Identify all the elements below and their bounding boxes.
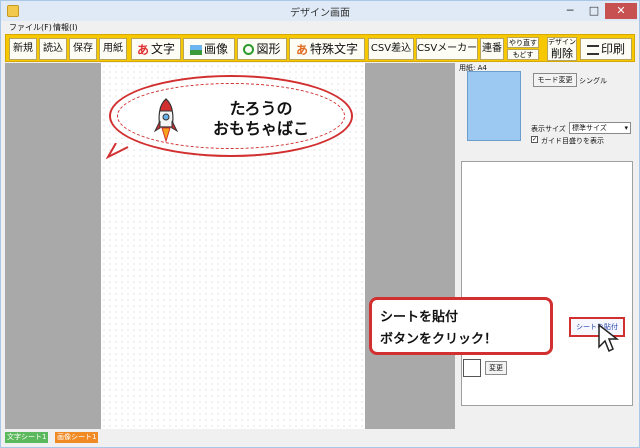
design-window: デザイン画面 ─ □ ✕ ファイル(F) 情報(I) 新規 読込 保存 用紙 あ… xyxy=(0,0,640,448)
label-line-2: おもちゃばこ xyxy=(212,119,309,138)
delete-design-button[interactable]: デザイン 削除 xyxy=(547,37,577,61)
toolbar: 新規 読込 保存 用紙 あ文字 画像 図形 あ特殊文字 CSV差込 CSVメーカ… xyxy=(5,34,635,62)
change-button[interactable]: 変更 xyxy=(485,361,507,375)
menu-bar: ファイル(F) 情報(I) xyxy=(1,21,639,33)
design-paper[interactable]: たろうの おもちゃばこ xyxy=(101,63,365,429)
speech-bubble-label[interactable]: たろうの おもちゃばこ xyxy=(109,75,353,157)
maximize-button[interactable]: □ xyxy=(583,3,605,19)
print-icon xyxy=(586,44,599,55)
display-size-label: 表示サイズ xyxy=(531,125,566,133)
guide-checkbox-label: ガイド目盛りを表示 xyxy=(541,137,604,145)
window-title: デザイン画面 xyxy=(290,8,350,19)
text-button[interactable]: あ文字 xyxy=(131,38,181,60)
undo-button[interactable]: もどす xyxy=(507,49,539,60)
menu-file[interactable]: ファイル(F) xyxy=(9,22,52,33)
display-size-value: 標準サイズ xyxy=(572,124,607,132)
menu-info[interactable]: 情報(I) xyxy=(53,22,78,33)
image-button-label: 画像 xyxy=(203,42,228,56)
save-button[interactable]: 保存 xyxy=(69,38,97,60)
text-button-label: 文字 xyxy=(151,42,176,56)
image-button[interactable]: 画像 xyxy=(183,38,235,60)
display-size-select[interactable]: 標準サイズ ▾ xyxy=(569,122,631,134)
mouse-cursor-icon xyxy=(598,323,619,353)
bubble-tail xyxy=(106,143,129,159)
rocket-icon xyxy=(153,98,179,143)
title-bar: デザイン画面 ─ □ ✕ xyxy=(1,1,639,21)
paper-button[interactable]: 用紙 xyxy=(99,38,127,60)
print-label: 印刷 xyxy=(600,42,625,56)
mode-value: シングル xyxy=(579,77,607,85)
text-a-icon: あ xyxy=(136,42,149,57)
close-button[interactable]: ✕ xyxy=(605,3,637,19)
serial-number-button[interactable]: 連番 xyxy=(480,38,504,60)
shape-button-label: 図形 xyxy=(256,42,281,56)
shape-button[interactable]: 図形 xyxy=(237,38,287,60)
circle-icon xyxy=(243,44,255,55)
print-button[interactable]: 印刷 xyxy=(580,38,632,60)
color-swatch xyxy=(463,359,481,377)
tab-image-sheet-1[interactable]: 画像シート1 xyxy=(55,432,99,443)
tab-text-sheet-1[interactable]: 文字シート1 xyxy=(5,432,49,443)
callout-line-1: シートを貼付 xyxy=(380,310,459,325)
redo-button[interactable]: やり直す xyxy=(507,37,539,48)
delete-label: 削除 xyxy=(551,47,573,60)
special-text-label: 特殊文字 xyxy=(310,42,359,56)
callout-line-2: ボタンをクリック！ xyxy=(380,332,498,347)
special-text-button[interactable]: あ特殊文字 xyxy=(289,38,365,60)
status-bar: 文字シート1 画像シート1 xyxy=(1,429,639,447)
delete-small-label: デザイン xyxy=(548,38,576,46)
image-icon xyxy=(189,44,202,55)
paper-preview xyxy=(467,71,521,141)
special-char-icon: あ xyxy=(295,42,308,57)
instruction-callout: シートを貼付 ボタンをクリック！ xyxy=(369,297,553,355)
dropdown-arrow-icon: ▾ xyxy=(624,124,628,132)
workspace: たろうの おもちゃばこ xyxy=(5,63,455,429)
label-line-1: たろうの xyxy=(229,99,293,118)
mode-change-button[interactable]: モード変更 xyxy=(533,73,577,87)
open-button[interactable]: 読込 xyxy=(39,38,67,60)
label-text: たろうの おもちゃばこ xyxy=(191,99,331,139)
guide-checkbox[interactable]: ✓ xyxy=(531,136,538,143)
properties-panel: 用紙: A4 モード変更 シングル 表示サイズ 標準サイズ ▾ ✓ ガイド目盛り… xyxy=(457,63,637,429)
new-button[interactable]: 新規 xyxy=(9,38,37,60)
minimize-button[interactable]: ─ xyxy=(559,3,581,19)
csv-maker-button[interactable]: CSVメーカー xyxy=(416,38,478,60)
csv-insert-button[interactable]: CSV差込 xyxy=(368,38,414,60)
redo-undo-group: やり直す もどす xyxy=(507,37,539,61)
